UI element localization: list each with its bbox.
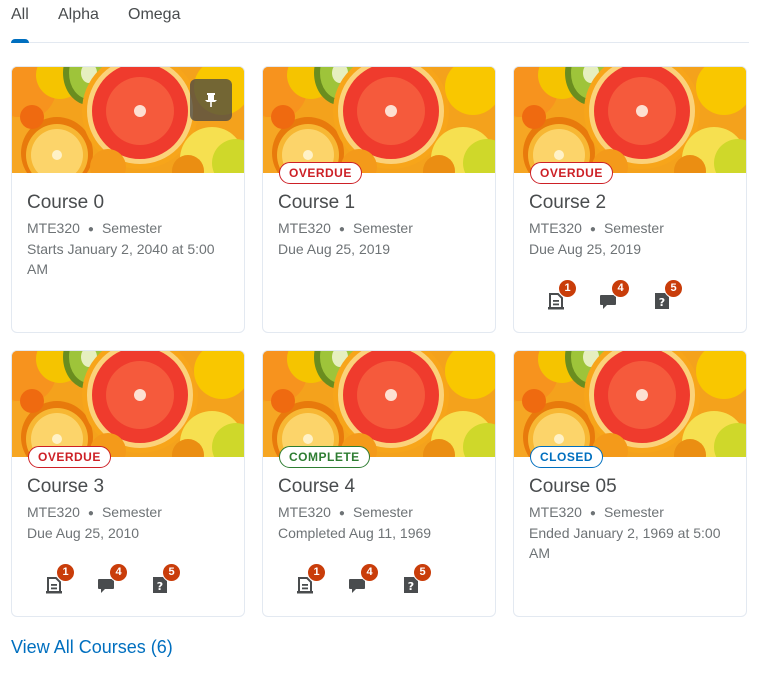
notification-count: 4 (611, 279, 630, 298)
course-term: Semester (603, 504, 664, 520)
course-status-text: Due Aug 25, 2010 (27, 525, 140, 541)
course-status-text: Completed Aug 11, 1969 (278, 525, 432, 541)
course-card[interactable]: COMPLETE Course 4 MTE320 ● Semester Completed… (262, 350, 496, 617)
discussions-notification[interactable]: 4 (595, 279, 635, 319)
status-badge: OVERDUE (279, 162, 362, 184)
course-meta: MTE320 ● Semester (27, 504, 162, 520)
notification-count: 5 (664, 279, 683, 298)
course-card[interactable]: OVERDUE Course 2 MTE320 ● Semester Due Aug 25… (513, 66, 747, 333)
status-badge: COMPLETE (279, 446, 370, 468)
course-code: MTE320 (27, 220, 80, 236)
separator-dot: ● (589, 507, 596, 519)
separator-dot: ● (589, 223, 596, 235)
notification-count: 1 (558, 279, 577, 298)
tab-all[interactable]: All (11, 6, 29, 43)
course-status-text: Due Aug 25, 2019 (529, 241, 642, 257)
course-term: Semester (352, 504, 413, 520)
separator-dot: ● (338, 223, 345, 235)
course-title[interactable]: Course 05 (529, 476, 617, 498)
svg-text:?: ? (408, 580, 414, 593)
notification-count: 1 (56, 563, 75, 582)
discussions-notification[interactable]: 4 (93, 563, 133, 603)
course-image (514, 67, 746, 173)
discussions-notification[interactable]: 4 (344, 563, 384, 603)
quizzes-notification[interactable]: ? 5 (648, 279, 688, 319)
tab-omega[interactable]: Omega (128, 6, 180, 42)
course-term: Semester (352, 220, 413, 236)
course-term: Semester (101, 220, 162, 236)
status-badge: OVERDUE (530, 162, 613, 184)
course-code: MTE320 (529, 504, 582, 520)
course-status-text: Starts January 2, 2040 at 5:00 AM (27, 241, 215, 277)
course-image (263, 351, 495, 457)
course-status-text: Due Aug 25, 2019 (278, 241, 391, 257)
status-badge: OVERDUE (28, 446, 111, 468)
pin-icon[interactable] (190, 79, 232, 121)
notification-count: 4 (109, 563, 128, 582)
course-image (12, 351, 244, 457)
assignments-notification[interactable]: 1 (542, 279, 582, 319)
course-card[interactable]: OVERDUE Course 3 MTE320 ● Semester Due Aug 25… (11, 350, 245, 617)
separator-dot: ● (338, 507, 345, 519)
course-meta: MTE320 ● Semester (278, 504, 413, 520)
course-image (514, 351, 746, 457)
notification-count: 1 (307, 563, 326, 582)
course-notifications: 1 4? 5 (542, 279, 732, 319)
course-status-text: Ended January 2, 1969 at 5:00 AM (529, 525, 721, 561)
course-title[interactable]: Course 1 (278, 192, 355, 214)
status-badge: CLOSED (530, 446, 604, 468)
course-meta: MTE320 ● Semester (529, 504, 664, 520)
course-code: MTE320 (278, 220, 331, 236)
course-code: MTE320 (529, 220, 582, 236)
course-card[interactable]: Course 0 MTE320 ● Semester Starts January 2,… (11, 66, 245, 333)
svg-text:?: ? (659, 296, 665, 309)
my-courses-widget: All Alpha Omega Course 0 MTE320 ● Semester S… (0, 0, 765, 675)
course-meta: MTE320 ● Semester (27, 220, 162, 236)
course-card[interactable]: CLOSED Course 05 MTE320 ● Semester Ended Janu… (513, 350, 747, 617)
separator-dot: ● (87, 223, 94, 235)
course-notifications: 1 4? 5 (291, 563, 481, 603)
svg-text:?: ? (157, 580, 163, 593)
assignments-notification[interactable]: 1 (40, 563, 80, 603)
notification-count: 5 (162, 563, 181, 582)
notification-count: 4 (360, 563, 379, 582)
course-notifications: 1 4? 5 (40, 563, 230, 603)
assignments-notification[interactable]: 1 (291, 563, 331, 603)
view-all-courses-link[interactable]: View All Courses (6) (11, 637, 173, 658)
course-code: MTE320 (278, 504, 331, 520)
quizzes-notification[interactable]: ? 5 (397, 563, 437, 603)
course-card[interactable]: OVERDUE Course 1 MTE320 ● Semester Due Aug 25… (262, 66, 496, 333)
course-title[interactable]: Course 0 (27, 192, 104, 214)
course-title[interactable]: Course 3 (27, 476, 104, 498)
course-title[interactable]: Course 2 (529, 192, 606, 214)
course-tabs: All Alpha Omega (11, 0, 749, 43)
course-image (263, 67, 495, 173)
course-meta: MTE320 ● Semester (529, 220, 664, 236)
course-title[interactable]: Course 4 (278, 476, 355, 498)
quizzes-notification[interactable]: ? 5 (146, 563, 186, 603)
course-term: Semester (101, 504, 162, 520)
tab-alpha[interactable]: Alpha (58, 6, 99, 42)
course-term: Semester (603, 220, 664, 236)
course-code: MTE320 (27, 504, 80, 520)
course-meta: MTE320 ● Semester (278, 220, 413, 236)
notification-count: 5 (413, 563, 432, 582)
separator-dot: ● (87, 507, 94, 519)
